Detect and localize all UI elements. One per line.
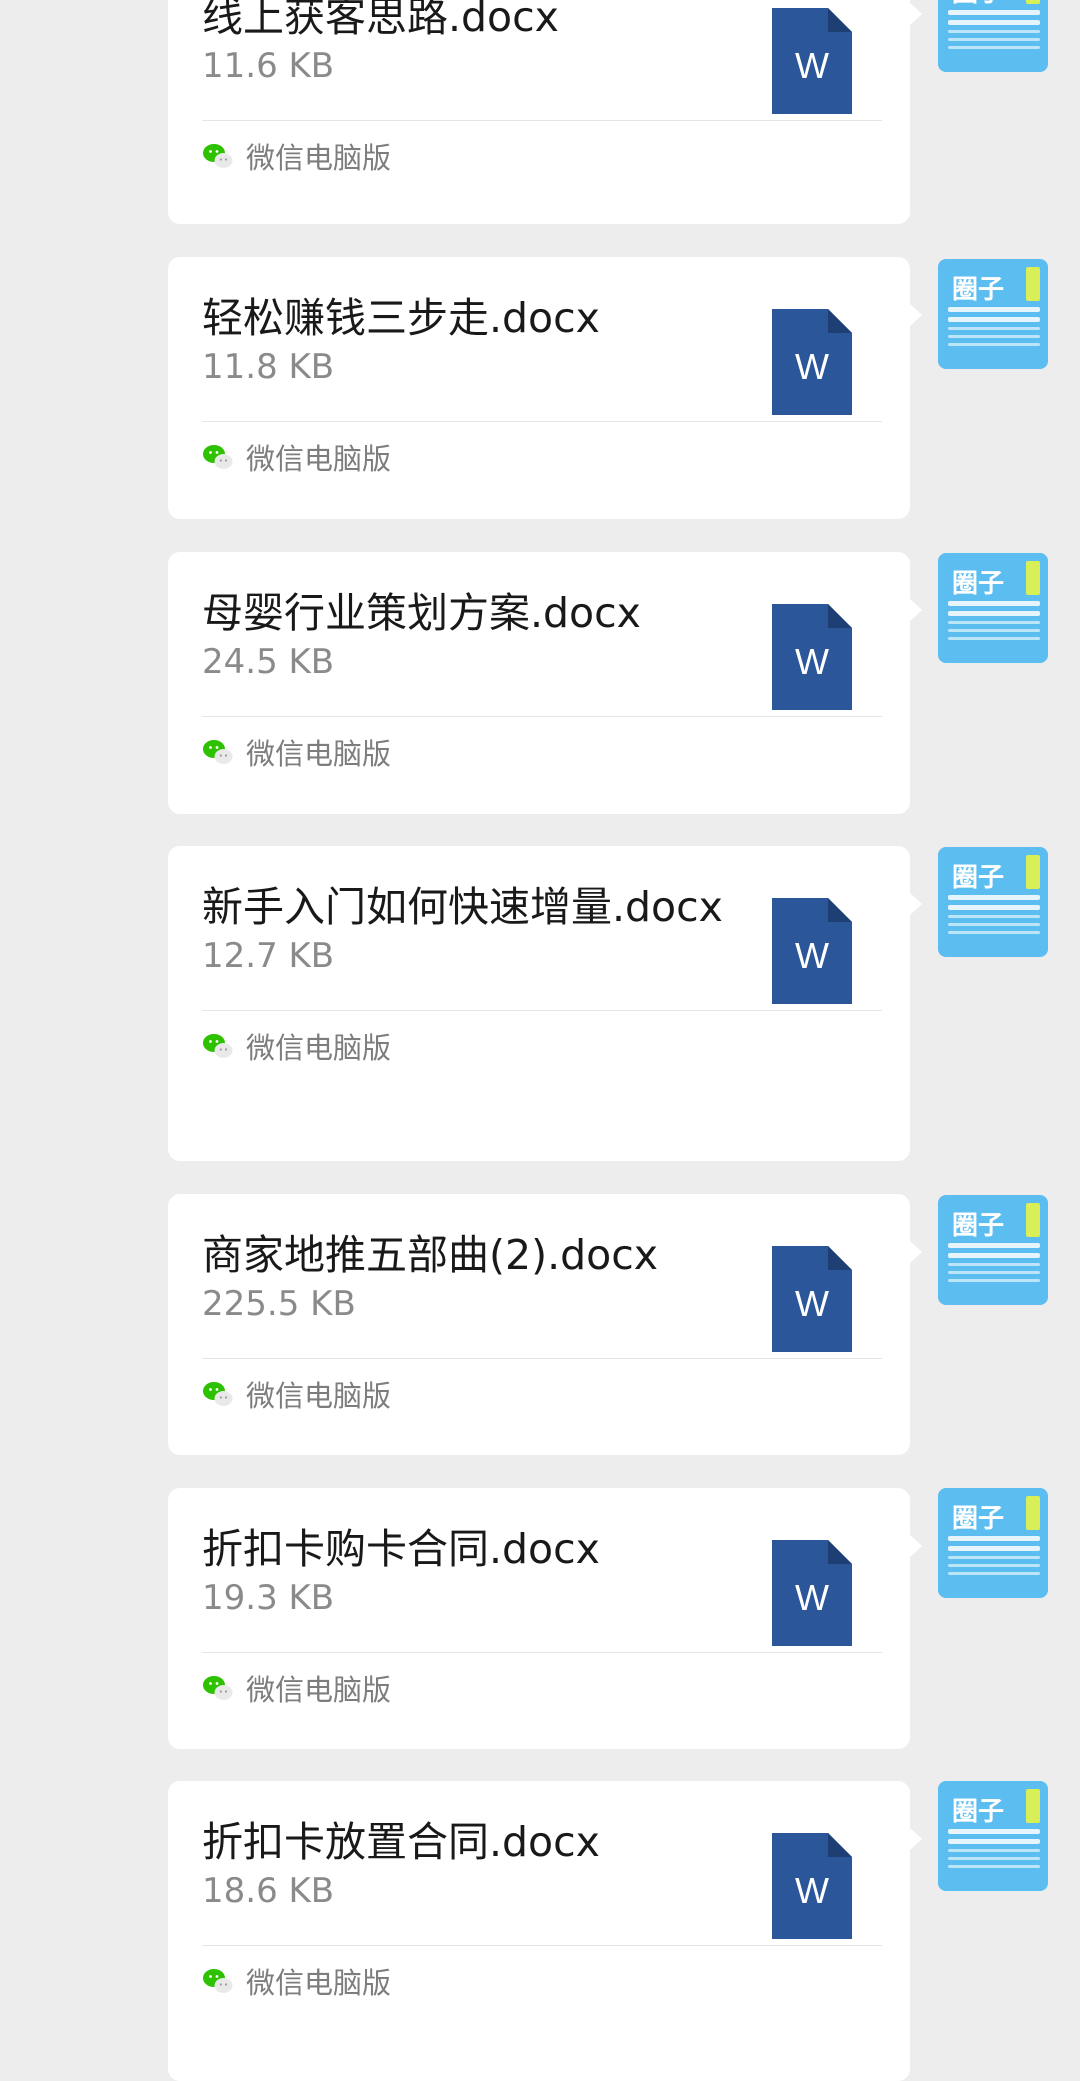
file-name: 商家地推五部曲(2).docx <box>202 1231 659 1279</box>
file-name: 新手入门如何快速增量.docx <box>202 883 723 931</box>
source-row: 微信电脑版 <box>202 1026 391 1066</box>
avatar-lines <box>948 1829 1040 1873</box>
file-size: 12.7 KB <box>202 936 335 976</box>
wechat-icon <box>203 445 233 469</box>
file-card[interactable]: 折扣卡放置合同.docx 18.6 KB W 微信电脑版 <box>168 1781 922 2081</box>
user-avatar[interactable]: 圈子 <box>938 1488 1048 1598</box>
wechat-icon <box>203 1969 233 1993</box>
wechat-icon <box>203 1676 233 1700</box>
source-label: 微信电脑版 <box>246 737 392 771</box>
avatar-lines <box>948 307 1040 351</box>
file-size: 11.6 KB <box>202 46 335 86</box>
card-divider <box>202 421 882 422</box>
word-doc-icon: W <box>772 1540 852 1646</box>
wechat-icon <box>203 144 233 168</box>
file-size: 24.5 KB <box>202 642 335 682</box>
wechat-icon <box>203 1382 233 1406</box>
card-divider <box>202 1945 882 1946</box>
bubble-tail <box>909 2 922 26</box>
source-label: 微信电脑版 <box>246 141 392 175</box>
bubble-tail <box>909 892 922 916</box>
file-card[interactable]: 母婴行业策划方案.docx 24.5 KB W 微信电脑版 <box>168 552 922 814</box>
file-size: 11.8 KB <box>202 347 335 387</box>
word-doc-letter: W <box>795 935 829 976</box>
avatar-lines <box>948 601 1040 645</box>
avatar-tag <box>1026 561 1040 595</box>
bubble-tail <box>909 1534 922 1558</box>
avatar-tag <box>1026 1496 1040 1530</box>
avatar-tag <box>1026 1789 1040 1823</box>
avatar-tag <box>1026 267 1040 301</box>
avatar-text: 圈子 <box>952 1211 1005 1241</box>
file-card[interactable]: 商家地推五部曲(2).docx 225.5 KB W 微信电脑版 <box>168 1194 922 1455</box>
word-doc-letter: W <box>795 45 829 86</box>
source-row: 微信电脑版 <box>202 1961 391 2001</box>
source-row: 微信电脑版 <box>202 136 391 176</box>
source-label: 微信电脑版 <box>246 1379 392 1413</box>
card-divider <box>202 1010 882 1011</box>
wechat-icon <box>203 1034 233 1058</box>
file-size: 18.6 KB <box>202 1871 335 1911</box>
source-label: 微信电脑版 <box>246 1673 392 1707</box>
word-doc-letter: W <box>795 1870 829 1911</box>
avatar-text: 圈子 <box>952 863 1005 893</box>
card-divider <box>202 120 882 121</box>
chat-message-list[interactable]: 线上获客思路.docx 11.6 KB W 微信电脑版 轻松赚钱三步走.docx… <box>0 0 1080 2081</box>
bubble-tail <box>909 1240 922 1264</box>
bubble-tail <box>909 303 922 327</box>
wechat-icon <box>203 740 233 764</box>
avatar-text: 圈子 <box>952 1797 1005 1827</box>
file-name: 折扣卡购卡合同.docx <box>202 1525 600 1573</box>
avatar-lines <box>948 1243 1040 1287</box>
source-row: 微信电脑版 <box>202 1668 391 1708</box>
word-doc-icon: W <box>772 898 852 1004</box>
source-label: 微信电脑版 <box>246 442 392 476</box>
word-doc-letter: W <box>795 641 829 682</box>
file-card[interactable]: 折扣卡购卡合同.docx 19.3 KB W 微信电脑版 <box>168 1488 922 1749</box>
file-card[interactable]: 线上获客思路.docx 11.6 KB W 微信电脑版 <box>168 0 922 224</box>
file-size: 225.5 KB <box>202 1284 356 1324</box>
user-avatar[interactable]: 圈子 <box>938 1781 1048 1891</box>
word-doc-icon: W <box>772 309 852 415</box>
source-label: 微信电脑版 <box>246 1966 392 2000</box>
word-doc-icon: W <box>772 1246 852 1352</box>
word-doc-letter: W <box>795 1283 829 1324</box>
file-card[interactable]: 新手入门如何快速增量.docx 12.7 KB W 微信电脑版 <box>168 846 922 1161</box>
user-avatar[interactable]: 圈子 <box>938 847 1048 957</box>
bubble-tail <box>909 1827 922 1851</box>
user-avatar[interactable]: 圈子 <box>938 553 1048 663</box>
word-doc-icon: W <box>772 1833 852 1939</box>
user-avatar[interactable]: 圈子 <box>938 259 1048 369</box>
source-label: 微信电脑版 <box>246 1031 392 1065</box>
word-doc-icon: W <box>772 8 852 114</box>
word-doc-letter: W <box>795 346 829 387</box>
file-size: 19.3 KB <box>202 1578 335 1618</box>
avatar-lines <box>948 10 1040 54</box>
file-name: 折扣卡放置合同.docx <box>202 1818 600 1866</box>
avatar-tag <box>1026 1203 1040 1237</box>
word-doc-icon: W <box>772 604 852 710</box>
user-avatar[interactable]: 圈子 <box>938 0 1048 72</box>
avatar-tag <box>1026 855 1040 889</box>
bubble-tail <box>909 598 922 622</box>
file-name: 轻松赚钱三步走.docx <box>202 294 600 342</box>
card-divider <box>202 1652 882 1653</box>
avatar-text: 圈子 <box>952 1504 1005 1534</box>
user-avatar[interactable]: 圈子 <box>938 1195 1048 1305</box>
avatar-tag <box>1026 0 1040 4</box>
avatar-text: 圈子 <box>952 569 1005 599</box>
avatar-text: 圈子 <box>952 0 1004 9</box>
source-row: 微信电脑版 <box>202 732 391 772</box>
avatar-text: 圈子 <box>952 275 1005 305</box>
avatar-lines <box>948 895 1040 939</box>
file-name: 母婴行业策划方案.docx <box>202 589 641 637</box>
word-doc-letter: W <box>795 1577 829 1618</box>
file-card[interactable]: 轻松赚钱三步走.docx 11.8 KB W 微信电脑版 <box>168 257 922 519</box>
card-divider <box>202 716 882 717</box>
source-row: 微信电脑版 <box>202 1374 391 1414</box>
file-name: 线上获客思路.docx <box>202 0 559 41</box>
avatar-lines <box>948 1536 1040 1580</box>
source-row: 微信电脑版 <box>202 437 391 477</box>
card-divider <box>202 1358 882 1359</box>
